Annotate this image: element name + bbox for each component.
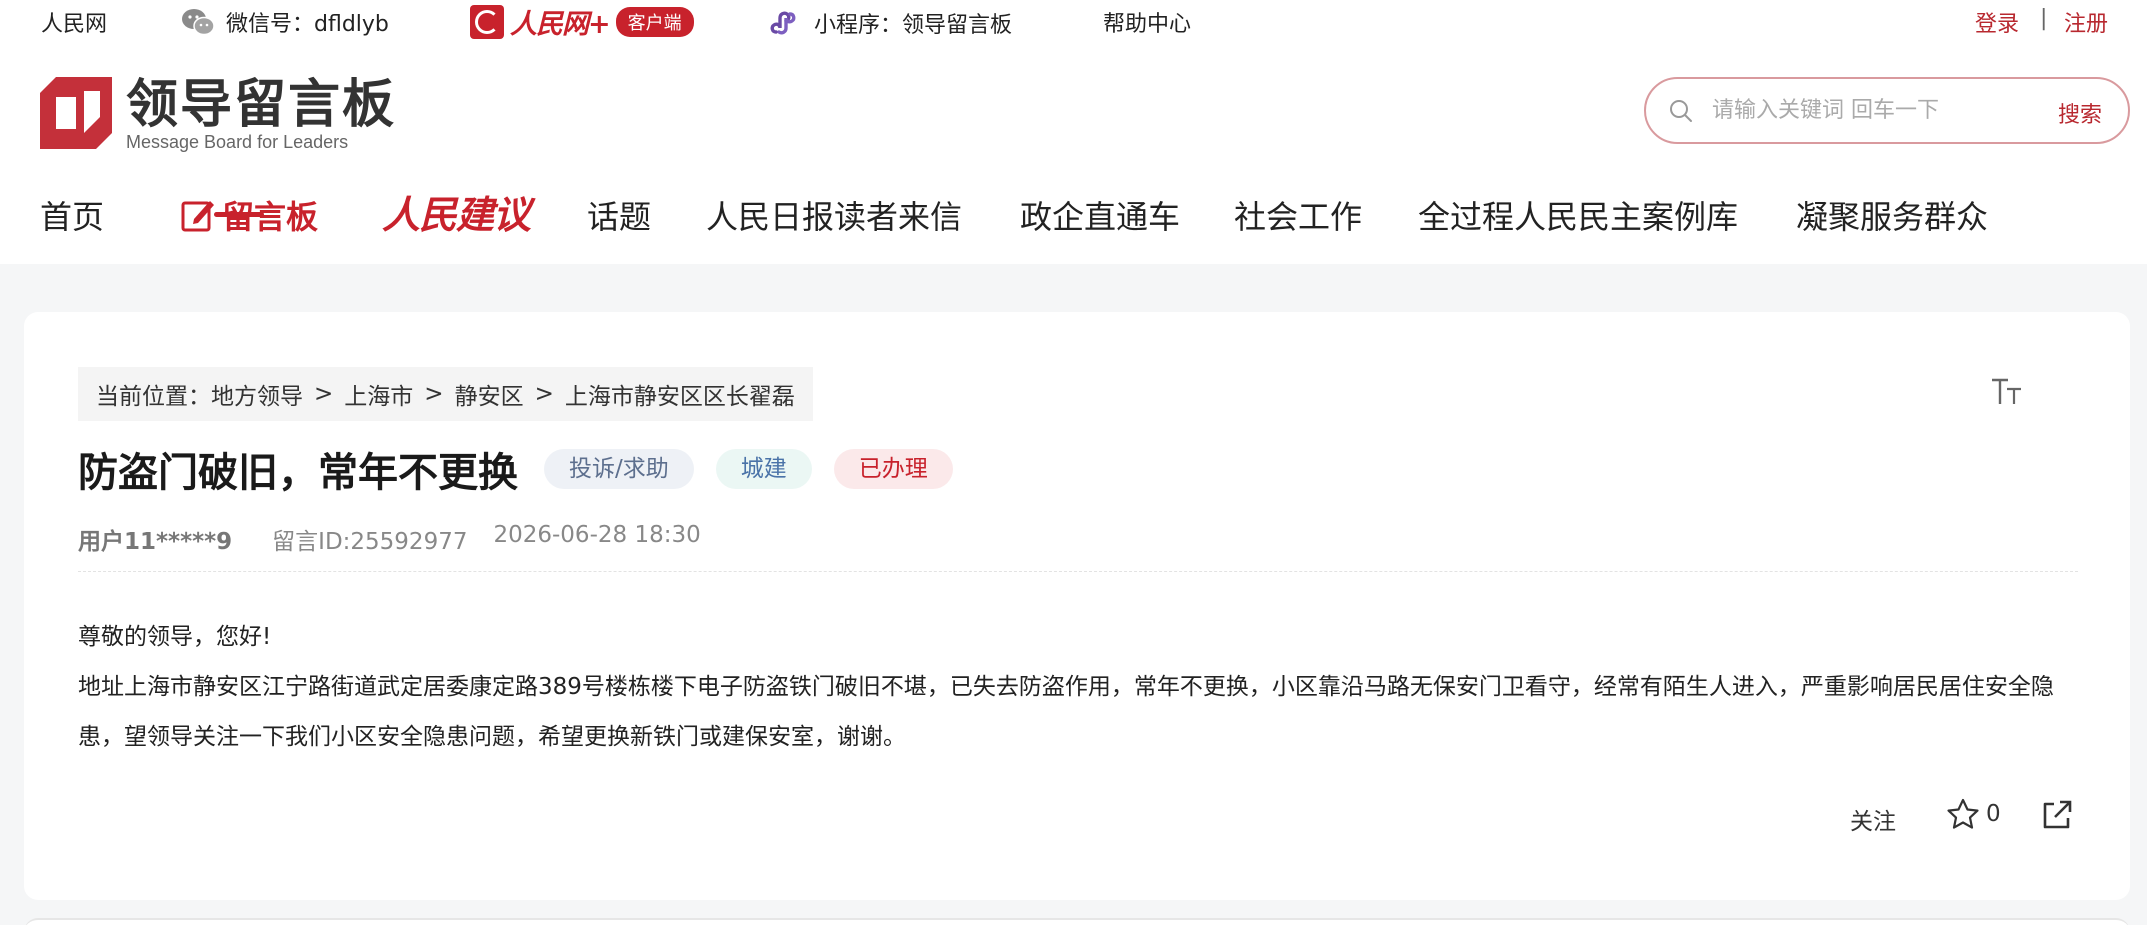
register-link[interactable]: 注册	[2064, 6, 2108, 38]
breadcrumb-item-local-leaders[interactable]: 地方领导	[211, 377, 303, 411]
breadcrumb: 当前位置： 地方领导 > 上海市 > 静安区 > 上海市静安区区长翟磊	[78, 367, 813, 421]
breadcrumb-separator: >	[314, 381, 334, 407]
search-box: 搜索	[1644, 77, 2130, 144]
client-pill: 客户端	[615, 6, 694, 37]
nav-home[interactable]: 首页	[40, 192, 104, 238]
logo-title: 领导留言板	[126, 75, 397, 135]
miniprogram-label: 小程序：领导留言板	[814, 13, 1013, 38]
client-app-link[interactable]: 人民网+ 客户端	[470, 2, 694, 41]
nav-active-underline	[214, 212, 264, 217]
nav-reader-letters[interactable]: 人民日报读者来信	[706, 192, 962, 238]
message-id: 留言ID:25592977	[272, 529, 468, 555]
breadcrumb-separator: >	[534, 381, 554, 407]
top-utility-bar: 人民网 微信号：dfldlyb 人民网+ 客户端 小程序：领导留言板 帮助中心 …	[0, 0, 2147, 42]
miniprogram-icon	[770, 11, 796, 35]
breadcrumb-separator: >	[424, 381, 444, 407]
nav-topics[interactable]: 话题	[587, 192, 651, 238]
edit-icon	[181, 201, 214, 232]
tag-type[interactable]: 投诉/求助	[544, 449, 694, 489]
site-link[interactable]: 人民网	[41, 6, 107, 38]
post-meta: 用户11*****9 留言ID:25592977 2026-06-28 18:3…	[78, 522, 701, 556]
site-logo[interactable]: 领导留言板 Message Board for Leaders	[40, 77, 396, 153]
post-title: 防盗门破旧，常年不更换	[78, 450, 518, 496]
help-center-link[interactable]: 帮助中心	[1103, 6, 1191, 38]
message-card: 当前位置： 地方领导 > 上海市 > 静安区 > 上海市静安区区长翟磊 防盗门破…	[24, 312, 2130, 900]
nav-social-work[interactable]: 社会工作	[1234, 192, 1362, 238]
next-card-edge	[24, 918, 2130, 925]
breadcrumb-prefix: 当前位置：	[96, 384, 211, 410]
breadcrumb-item-shanghai[interactable]: 上海市	[344, 377, 413, 411]
post-author: 用户11*****9	[78, 529, 233, 555]
tag-category[interactable]: 城建	[715, 449, 812, 489]
wechat-label: 微信号：dfldlyb	[226, 12, 389, 37]
nav-democracy-cases[interactable]: 全过程人民民主案例库	[1418, 192, 1738, 238]
client-brand: 人民网+	[510, 9, 611, 40]
breadcrumb-item-district-head[interactable]: 上海市静安区区长翟磊	[565, 377, 795, 411]
post-actions: 关注 0	[24, 792, 2130, 842]
breadcrumb-item-jingan[interactable]: 静安区	[455, 377, 524, 411]
post-greeting: 尊敬的领导，您好!	[78, 624, 272, 650]
favorite-count: 0	[1986, 801, 2001, 827]
wechat-account[interactable]: 微信号：dfldlyb	[180, 6, 389, 38]
favorite-button[interactable]: 0	[1946, 798, 2001, 830]
nav-people-suggest[interactable]: 人民建议	[382, 184, 531, 239]
star-icon	[1947, 798, 1979, 829]
site-header: 领导留言板 Message Board for Leaders 搜索 首页 留言…	[0, 42, 2147, 264]
post-content: 地址上海市静安区江宁路街道武定居委康定路389号楼栋楼下电子防盗铁门破旧不堪，已…	[78, 674, 2054, 750]
share-button[interactable]	[2040, 798, 2074, 832]
people-app-logo-icon	[470, 4, 504, 39]
nav-serve-masses[interactable]: 凝聚服务群众	[1796, 192, 1988, 238]
main-nav: 首页 留言板 人民建议 话题 人民日报读者来信 政企直通车 社会工作 全过程人民…	[0, 192, 2147, 264]
search-button[interactable]: 搜索	[2058, 97, 2102, 129]
wechat-icon	[182, 9, 215, 36]
board-logo-icon	[40, 77, 112, 149]
login-link[interactable]: 登录	[1975, 6, 2019, 38]
search-input[interactable]	[1712, 98, 2032, 123]
search-icon[interactable]	[1666, 96, 1696, 126]
follow-button[interactable]: 关注	[1850, 802, 1896, 836]
status-badge: 已办理	[833, 449, 953, 489]
post-datetime: 2026-06-28 18:30	[493, 522, 701, 548]
font-size-icon[interactable]	[1990, 377, 2024, 415]
nav-enterprise-express[interactable]: 政企直通车	[1020, 192, 1180, 238]
share-icon	[2043, 800, 2072, 829]
post-title-row: 防盗门破旧，常年不更换 投诉/求助 城建 已办理	[78, 440, 975, 498]
auth-separator: |	[2040, 6, 2048, 31]
meta-divider	[78, 571, 2078, 572]
miniprogram-link[interactable]: 小程序：领导留言板	[768, 6, 1012, 40]
post-body: 尊敬的领导，您好! 地址上海市静安区江宁路街道武定居委康定路389号楼栋楼下电子…	[78, 612, 2078, 762]
